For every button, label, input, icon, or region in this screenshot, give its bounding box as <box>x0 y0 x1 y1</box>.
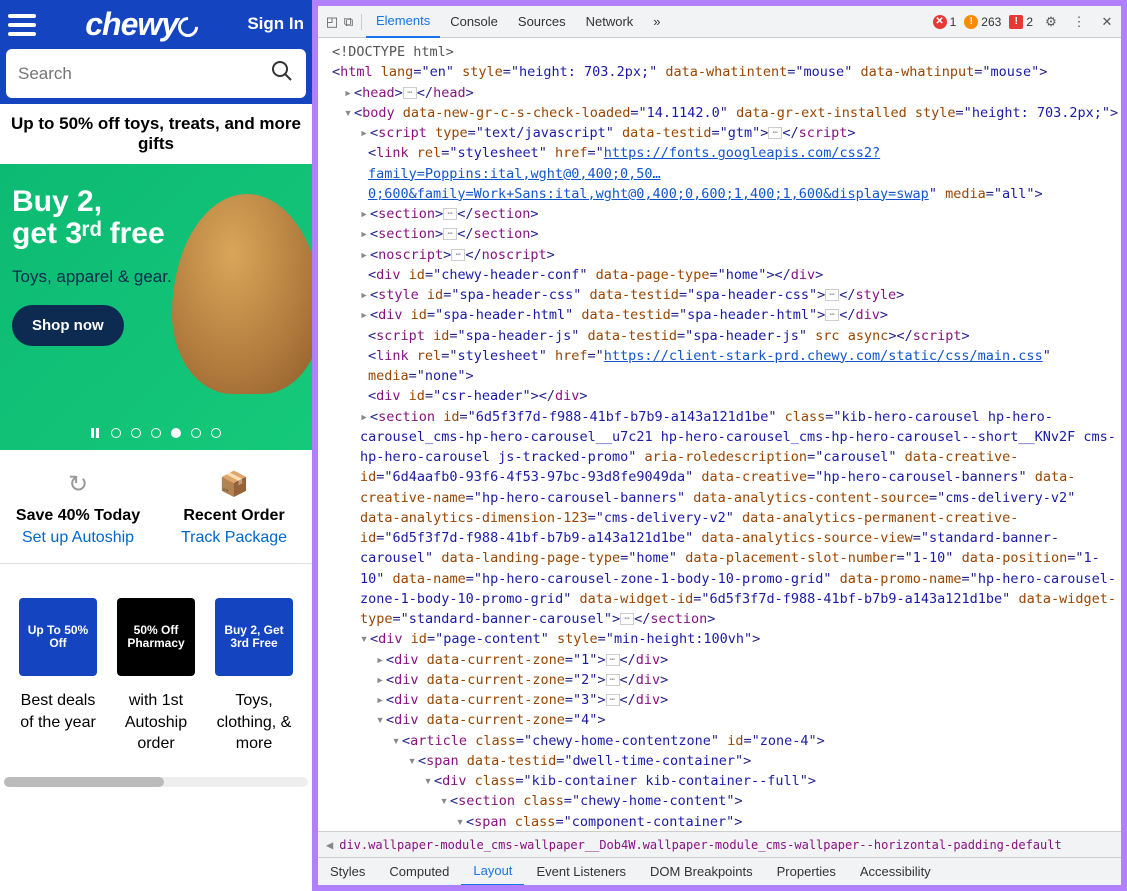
error-badge[interactable]: ✕1 <box>933 15 957 29</box>
website-viewport: chewy Sign In Up to 50% off toys, treats… <box>0 0 312 891</box>
search-icon[interactable] <box>270 59 294 88</box>
tab-network[interactable]: Network <box>576 6 644 38</box>
dom-tree[interactable]: <!DOCTYPE html> <html lang="en" style="h… <box>318 38 1121 831</box>
pause-icon[interactable] <box>91 428 101 438</box>
promo-bar[interactable]: Up to 50% off toys, treats, and more gif… <box>0 104 312 164</box>
tab-event-listeners[interactable]: Event Listeners <box>524 864 638 879</box>
tab-more[interactable]: » <box>643 6 670 38</box>
settings-gear-icon[interactable]: ⚙ <box>1041 14 1061 30</box>
hero-subtitle: Toys, apparel & gear. <box>12 267 300 287</box>
breadcrumb-chevron-icon[interactable]: ◀ <box>326 838 333 852</box>
device-toggle-icon[interactable]: ⧉ <box>342 14 362 30</box>
package-icon: 📦 <box>164 470 304 499</box>
sign-in-link[interactable]: Sign In <box>247 14 304 34</box>
scrollbar-thumb[interactable] <box>4 777 164 787</box>
tab-console[interactable]: Console <box>440 6 508 38</box>
promo-card[interactable]: Up To 50% Off Best deals of the year <box>16 598 100 755</box>
carousel-dot[interactable] <box>171 428 181 438</box>
hamburger-menu-icon[interactable] <box>8 14 36 36</box>
tab-elements[interactable]: Elements <box>366 6 440 38</box>
chewy-logo[interactable]: chewy <box>44 6 239 43</box>
warning-badge[interactable]: !263 <box>964 15 1001 29</box>
autoship-icon: ↻ <box>8 470 148 499</box>
tab-sources[interactable]: Sources <box>508 6 576 38</box>
kebab-menu-icon[interactable]: ⋮ <box>1069 14 1089 30</box>
carousel-pagination[interactable] <box>0 428 312 438</box>
inspect-icon[interactable]: ◰ <box>322 14 342 30</box>
carousel-dot[interactable] <box>111 428 121 438</box>
dom-breadcrumb[interactable]: ◀ div.wallpaper-module_cms-wallpaper__Do… <box>318 831 1121 857</box>
tab-computed[interactable]: Computed <box>377 864 461 879</box>
autoship-action[interactable]: ↻ Save 40% Today Set up Autoship <box>0 450 156 563</box>
tab-dom-breakpoints[interactable]: DOM Breakpoints <box>638 864 765 879</box>
carousel-dot[interactable] <box>211 428 221 438</box>
hero-title: Buy 2, get 3ʳᵈ free <box>12 186 300 249</box>
quick-actions: ↻ Save 40% Today Set up Autoship 📦 Recen… <box>0 450 312 564</box>
close-icon[interactable]: ✕ <box>1097 14 1117 30</box>
tab-layout[interactable]: Layout <box>461 858 524 886</box>
carousel-dot[interactable] <box>131 428 141 438</box>
issue-badge[interactable]: !2 <box>1009 15 1033 29</box>
search-input[interactable] <box>18 64 270 84</box>
search-row <box>0 49 312 104</box>
tab-accessibility[interactable]: Accessibility <box>848 864 943 879</box>
devtools-panel: ◰ ⧉ Elements Console Sources Network » ✕… <box>312 0 1127 891</box>
hero-carousel[interactable]: Buy 2, get 3ʳᵈ free Toys, apparel & gear… <box>0 164 312 450</box>
search-box[interactable] <box>6 49 306 98</box>
devtools-tab-bar: ◰ ⧉ Elements Console Sources Network » ✕… <box>318 6 1121 38</box>
track-package-action[interactable]: 📦 Recent Order Track Package <box>156 450 312 563</box>
promo-card-row: Up To 50% Off Best deals of the year 50%… <box>0 564 312 771</box>
tab-styles[interactable]: Styles <box>318 864 377 879</box>
carousel-dot[interactable] <box>191 428 201 438</box>
promo-card[interactable]: Buy 2, Get 3rd Free Toys, clothing, & mo… <box>212 598 296 755</box>
promo-card[interactable]: 50% Off Pharmacy with 1st Autoship order <box>114 598 198 755</box>
horizontal-scrollbar[interactable] <box>4 777 308 787</box>
site-header: chewy Sign In <box>0 0 312 49</box>
styles-tab-bar: Styles Computed Layout Event Listeners D… <box>318 857 1121 885</box>
tab-properties[interactable]: Properties <box>765 864 848 879</box>
carousel-dot[interactable] <box>151 428 161 438</box>
shop-now-button[interactable]: Shop now <box>12 305 124 346</box>
